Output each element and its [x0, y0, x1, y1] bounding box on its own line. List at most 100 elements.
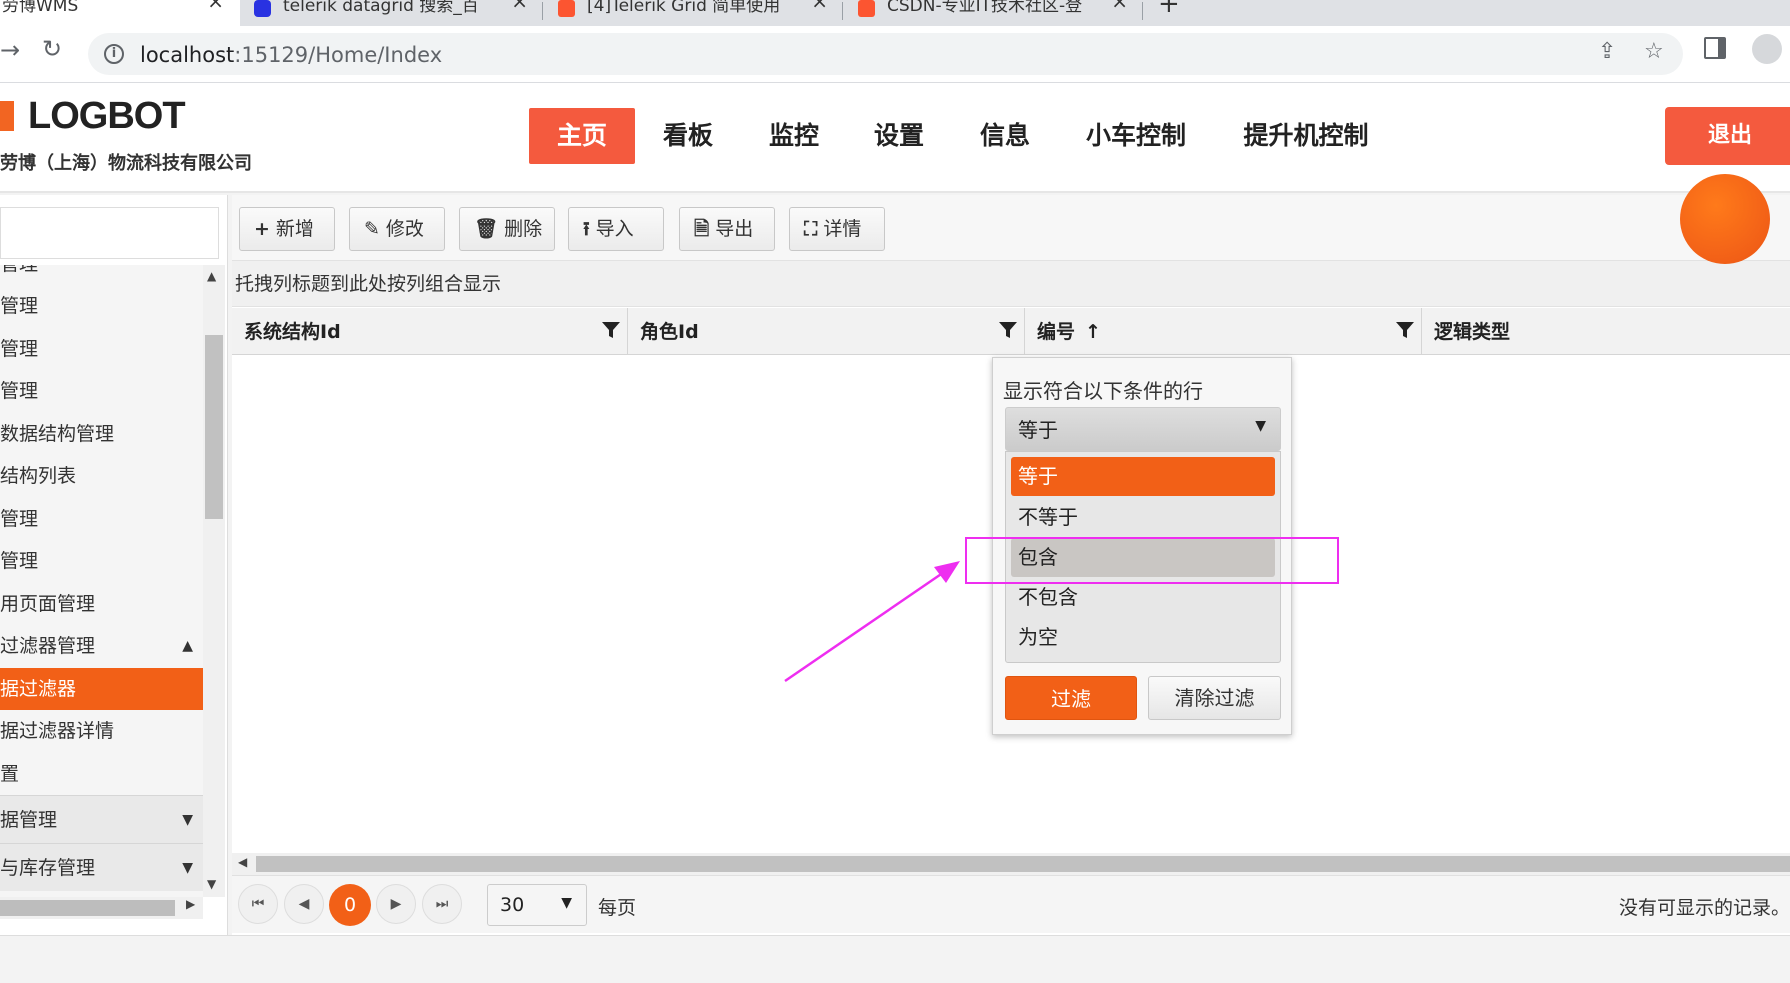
filter-option-not-equals[interactable]: 不等于	[1011, 498, 1275, 537]
last-page-icon[interactable]: ⏭	[422, 884, 462, 924]
logout-button[interactable]: 退出	[1665, 107, 1790, 165]
sidebar-item-filter-management[interactable]: 过滤器管理 ▲	[0, 625, 203, 667]
sidebar-item[interactable]: 置	[0, 753, 203, 795]
info-icon[interactable]: i	[104, 44, 124, 64]
grid-hscrollbar[interactable]: ◀	[232, 853, 1790, 875]
sidebar-search-input[interactable]	[0, 207, 219, 259]
nav-settings[interactable]: 设置	[861, 108, 937, 164]
edit-button[interactable]: ✎ 修改	[349, 207, 445, 251]
expand-icon: ⛶	[804, 218, 818, 240]
sidebar-item[interactable]: 管理	[0, 370, 203, 412]
sidebar-item[interactable]: 结构列表	[0, 455, 203, 497]
sidebar-hscrollbar[interactable]: ▶	[0, 897, 203, 919]
sidebar-item[interactable]: 据过滤器详情	[0, 710, 203, 752]
filter-icon[interactable]	[998, 320, 1018, 340]
scroll-up-icon[interactable]: ▲	[207, 269, 216, 283]
sidebar-item-label: 据管理	[0, 809, 58, 831]
browser-tab[interactable]: [4]Telerik Grid 简单使用 ×	[558, 0, 828, 26]
floating-action-button[interactable]	[1680, 174, 1770, 264]
page-footer	[0, 935, 1790, 983]
filter-icon[interactable]	[601, 320, 621, 340]
filter-option-equals[interactable]: 等于	[1011, 457, 1275, 496]
tab-label: telerik datagrid 搜索_百	[283, 0, 479, 16]
sidebar-group[interactable]: 与库存管理 ▼	[0, 843, 203, 891]
grid-header: 系统结构Id 角色Id 编号 ↑ 逻辑类型	[232, 308, 1790, 355]
column-header-logic-type[interactable]: 逻辑类型	[1422, 308, 1790, 355]
scroll-left-icon[interactable]: ◀	[238, 855, 247, 869]
sidepanel-icon[interactable]	[1704, 37, 1726, 59]
delete-button[interactable]: 🗑 删除	[459, 207, 555, 251]
grid-pager: ⏮ ◀ 0 ▶ ⏭ 30 ▼ 每页 没有可显示的记录。	[232, 875, 1790, 933]
forward-icon[interactable]: →	[0, 36, 20, 64]
trash-icon: 🗑	[474, 218, 499, 240]
details-button[interactable]: ⛶ 详情	[789, 207, 885, 251]
sidebar-item-label: 与库存管理	[0, 857, 96, 879]
apply-filter-button[interactable]: 过滤	[1005, 676, 1137, 720]
nav-lift-control[interactable]: 提升机控制	[1236, 108, 1376, 164]
scrollbar-thumb[interactable]	[256, 856, 1790, 872]
star-icon[interactable]: ☆	[1644, 39, 1664, 64]
nav-dashboard[interactable]: 看板	[650, 108, 726, 164]
sidebar-item[interactable]: 管理	[0, 328, 203, 370]
company-name: 劳博（上海）物流科技有限公司	[0, 153, 252, 174]
sidebar-group[interactable]: 据管理 ▼	[0, 795, 203, 843]
close-icon[interactable]: ×	[811, 0, 828, 11]
browser-toolbar: → ↻ i localhost:15129/Home/Index ⇪ ☆	[0, 26, 1790, 82]
filter-option-is-null[interactable]: 为空	[1011, 618, 1275, 657]
scroll-right-icon[interactable]: ▶	[186, 897, 195, 911]
close-icon[interactable]: ×	[511, 0, 528, 11]
sidebar-item-data-filter[interactable]: 据过滤器	[0, 668, 203, 710]
column-header-role-id[interactable]: 角色Id	[628, 308, 1025, 355]
export-button[interactable]: 🗎 导出	[679, 207, 775, 251]
column-header-code[interactable]: 编号 ↑	[1025, 308, 1422, 355]
page-size-select[interactable]: 30 ▼	[487, 884, 587, 926]
close-icon[interactable]: ×	[207, 0, 224, 11]
new-tab-icon[interactable]: +	[1158, 0, 1182, 26]
caret-down-icon: ▼	[1255, 418, 1266, 434]
browser-tab[interactable]: telerik datagrid 搜索_百 ×	[254, 0, 528, 26]
browser-tab[interactable]: 劳博WMS ×	[0, 0, 240, 26]
reload-icon[interactable]: ↻	[42, 35, 62, 63]
add-button[interactable]: + 新增	[239, 207, 335, 251]
sidebar-item[interactable]: 管理	[0, 540, 203, 582]
import-button[interactable]: ⭱ 导入	[568, 207, 664, 251]
plus-icon: +	[254, 218, 270, 240]
app-header: LOGBOT 劳博（上海）物流科技有限公司 主页 看板 监控 设置 信息 小车控…	[0, 83, 1790, 193]
column-header-system-structure-id[interactable]: 系统结构Id	[232, 308, 628, 355]
filter-operator-select[interactable]: 等于 ▼	[1005, 407, 1281, 451]
browser-tabstrip: 劳博WMS × telerik datagrid 搜索_百 × [4]Teler…	[0, 0, 1790, 26]
sidebar: 管理 管理 管理 管理 数据结构管理 结构列表 管理 管理 用页面管理 过滤器管…	[0, 195, 228, 935]
nav-home[interactable]: 主页	[529, 108, 635, 164]
annotation-highlight-box	[965, 537, 1339, 584]
close-icon[interactable]: ×	[1111, 0, 1128, 11]
nav-messages[interactable]: 信息	[967, 108, 1043, 164]
share-icon[interactable]: ⇪	[1598, 39, 1616, 64]
sidebar-item[interactable]: 管理	[0, 498, 203, 540]
address-bar[interactable]: i localhost:15129/Home/Index ⇪ ☆	[88, 33, 1683, 75]
nav-monitor[interactable]: 监控	[756, 108, 832, 164]
sidebar-item[interactable]: 用页面管理	[0, 583, 203, 625]
tab-label: [4]Telerik Grid 简单使用	[587, 0, 781, 16]
clear-filter-button[interactable]: 清除过滤	[1148, 676, 1281, 720]
scrollbar-thumb[interactable]	[205, 335, 223, 519]
sidebar-item[interactable]: 管理	[0, 265, 203, 285]
filter-icon[interactable]	[1395, 320, 1415, 340]
tab-label: CSDN-专业IT技术社区-登	[887, 0, 1083, 16]
next-page-icon[interactable]: ▶	[376, 884, 416, 924]
first-page-icon[interactable]: ⏮	[238, 884, 278, 924]
browser-tab[interactable]: CSDN-专业IT技术社区-登 ×	[858, 0, 1128, 26]
scrollbar-thumb[interactable]	[0, 900, 175, 916]
current-page[interactable]: 0	[329, 884, 371, 926]
caret-up-icon: ▲	[182, 638, 193, 654]
nav-cart-control[interactable]: 小车控制	[1078, 108, 1194, 164]
profile-icon[interactable]	[1752, 34, 1782, 64]
sidebar-scrollbar[interactable]: ▲ ▼	[203, 265, 225, 897]
filter-popup-title: 显示符合以下条件的行	[1003, 379, 1203, 403]
prev-page-icon[interactable]: ◀	[284, 884, 324, 924]
tab-label: 劳博WMS	[2, 0, 79, 16]
sidebar-item[interactable]: 数据结构管理	[0, 413, 203, 455]
group-drop-hint[interactable]: 托拽列标题到此处按列组合显示	[232, 261, 1790, 307]
sidebar-item[interactable]: 管理	[0, 285, 203, 327]
scroll-down-icon[interactable]: ▼	[207, 877, 216, 891]
baidu-favicon-icon	[254, 0, 271, 17]
